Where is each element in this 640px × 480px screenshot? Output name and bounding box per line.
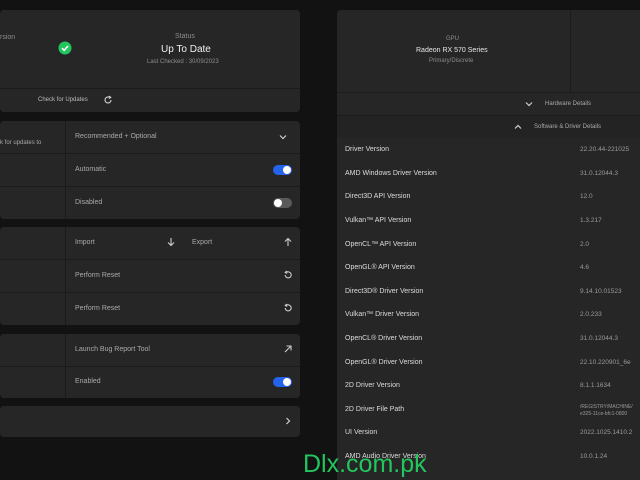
bug-report-card: Launch Bug Report Tool Enabled: [0, 334, 300, 398]
row-label: UI Version: [345, 429, 378, 437]
row-value: 22.10.220901_6e: [580, 358, 631, 366]
automatic-label: Automatic: [75, 166, 107, 173]
row-label: Vulkan™ API Version: [345, 217, 412, 225]
row-value: 2.0: [580, 240, 590, 248]
profile-card: Import Export Perform Reset Perform Rese…: [0, 227, 300, 325]
row-label: AMD Windows Driver Version: [345, 169, 437, 177]
table-row: AMD Windows Driver Version 31.0.12044.3: [337, 161, 640, 187]
row-label: 2D Driver Version: [345, 382, 400, 390]
refresh-icon: [103, 95, 113, 105]
row-label: 2D Driver File Path: [345, 405, 405, 413]
gpu-sub: Primary/Discrete: [429, 58, 474, 64]
table-row: Direct3D® Driver Version 9.14.10.01523: [337, 279, 640, 305]
external-link-icon[interactable]: [283, 344, 293, 354]
hardware-details-label: Hardware Details: [545, 101, 592, 107]
hardware-details-toggle[interactable]: Hardware Details: [337, 92, 640, 116]
software-details-label: Software & Driver Details: [534, 124, 602, 130]
row-label: Vulkan™ Driver Version: [345, 311, 420, 319]
row-label: OpenGL® Driver Version: [345, 358, 423, 366]
row-label: Direct3D API Version: [345, 193, 411, 201]
status-label: Status: [175, 33, 195, 40]
version-label: rsion: [0, 34, 16, 41]
row-label: Direct3D® Driver Version: [345, 287, 424, 295]
table-row: Vulkan™ API Version 1.3.217: [337, 208, 640, 234]
arrow-down-icon[interactable]: [166, 237, 176, 247]
row-value: 31.0.12044.3: [580, 169, 618, 177]
row-value: 31.0.12044.3: [580, 335, 618, 343]
gpu-header: GPU: [446, 36, 460, 42]
row-value: 10.0.1.24: [580, 453, 608, 461]
updates-row-label: k for updates to: [0, 140, 42, 146]
reset-2-button[interactable]: Perform Reset: [75, 305, 120, 312]
check-circle-icon: [58, 41, 72, 55]
row-label: OpenCL® Driver Version: [345, 335, 423, 343]
row-value: 2.0.233: [580, 311, 602, 319]
chevron-down-icon: [278, 132, 288, 142]
watermark-text: Dlx.com.pk: [303, 450, 427, 478]
table-row: UI Version 2022.1025.1410.2: [337, 421, 640, 446]
check-updates-label: Check for Updates: [38, 97, 88, 103]
row-label: OpenGL® API Version: [345, 264, 415, 272]
row-value-2: e325-11ce-bfc1-0800: [580, 410, 628, 417]
row-label: OpenCL™ API Version: [345, 240, 417, 248]
updates-settings-card: k for updates to Recommended + Optional …: [0, 121, 300, 219]
export-button[interactable]: Export: [192, 239, 212, 246]
arrow-up-icon[interactable]: [283, 237, 293, 247]
table-row: 2D Driver Version 8.1.1.1634: [337, 374, 640, 399]
last-checked: Last Checked : 30/09/2023: [147, 59, 219, 65]
import-button[interactable]: Import: [75, 239, 95, 246]
table-row: OpenGL® API Version 4.6: [337, 256, 640, 281]
table-row: Vulkan™ Driver Version 2.0.233: [337, 303, 640, 328]
chevron-up-icon: [513, 122, 523, 132]
launch-bug-report-button[interactable]: Launch Bug Report Tool: [75, 346, 150, 353]
row-label: Driver Version: [345, 146, 389, 154]
software-details-toggle[interactable]: Software & Driver Details: [337, 115, 640, 139]
table-row: OpenGL® Driver Version 22.10.220901_6e: [337, 350, 640, 375]
table-row: OpenCL™ API Version 2.0: [337, 232, 640, 257]
disabled-toggle[interactable]: [273, 198, 292, 208]
row-value: 22.20.44-221025: [580, 146, 630, 154]
row-value: 8.1.1.1634: [580, 382, 611, 390]
row-value: /REGISTRY/MACHINE/: [580, 403, 633, 410]
table-row: Driver Version 22.20.44-221025: [337, 138, 640, 163]
table-row: OpenCL® Driver Version 31.0.12044.3: [337, 326, 640, 352]
row-value: 2022.1025.1410.2: [580, 429, 633, 437]
table-row: 2D Driver File Path /REGISTRY/MACHINE/ e…: [337, 397, 640, 423]
enabled-toggle[interactable]: [273, 377, 292, 387]
status-value: Up To Date: [161, 44, 211, 55]
gpu-name: Radeon RX 570 Series: [416, 47, 488, 54]
automatic-toggle[interactable]: [273, 165, 292, 175]
enabled-label: Enabled: [75, 378, 101, 385]
reset-1-button[interactable]: Perform Reset: [75, 272, 120, 279]
table-row: Direct3D API Version 12.0: [337, 185, 640, 210]
row-value: 12.0: [580, 193, 593, 201]
undo-icon[interactable]: [283, 303, 293, 313]
row-value: 1.3.217: [580, 217, 602, 225]
row-value: 9.14.10.01523: [580, 287, 622, 295]
status-card: rsion Status Up To Date Last Checked : 3…: [0, 10, 300, 112]
disabled-label: Disabled: [75, 199, 103, 206]
chevron-down-icon: [524, 99, 534, 109]
update-type-value: Recommended + Optional: [75, 133, 157, 140]
row-value: 4.6: [580, 264, 590, 272]
update-type-dropdown[interactable]: Recommended + Optional: [66, 121, 300, 153]
gpu-card: GPU Radeon RX 570 Series Primary/Discret…: [337, 10, 640, 92]
expand-row[interactable]: [0, 406, 300, 437]
check-updates-button[interactable]: Check for Updates: [0, 89, 300, 112]
undo-icon[interactable]: [283, 270, 293, 280]
chevron-right-icon: [283, 416, 293, 426]
